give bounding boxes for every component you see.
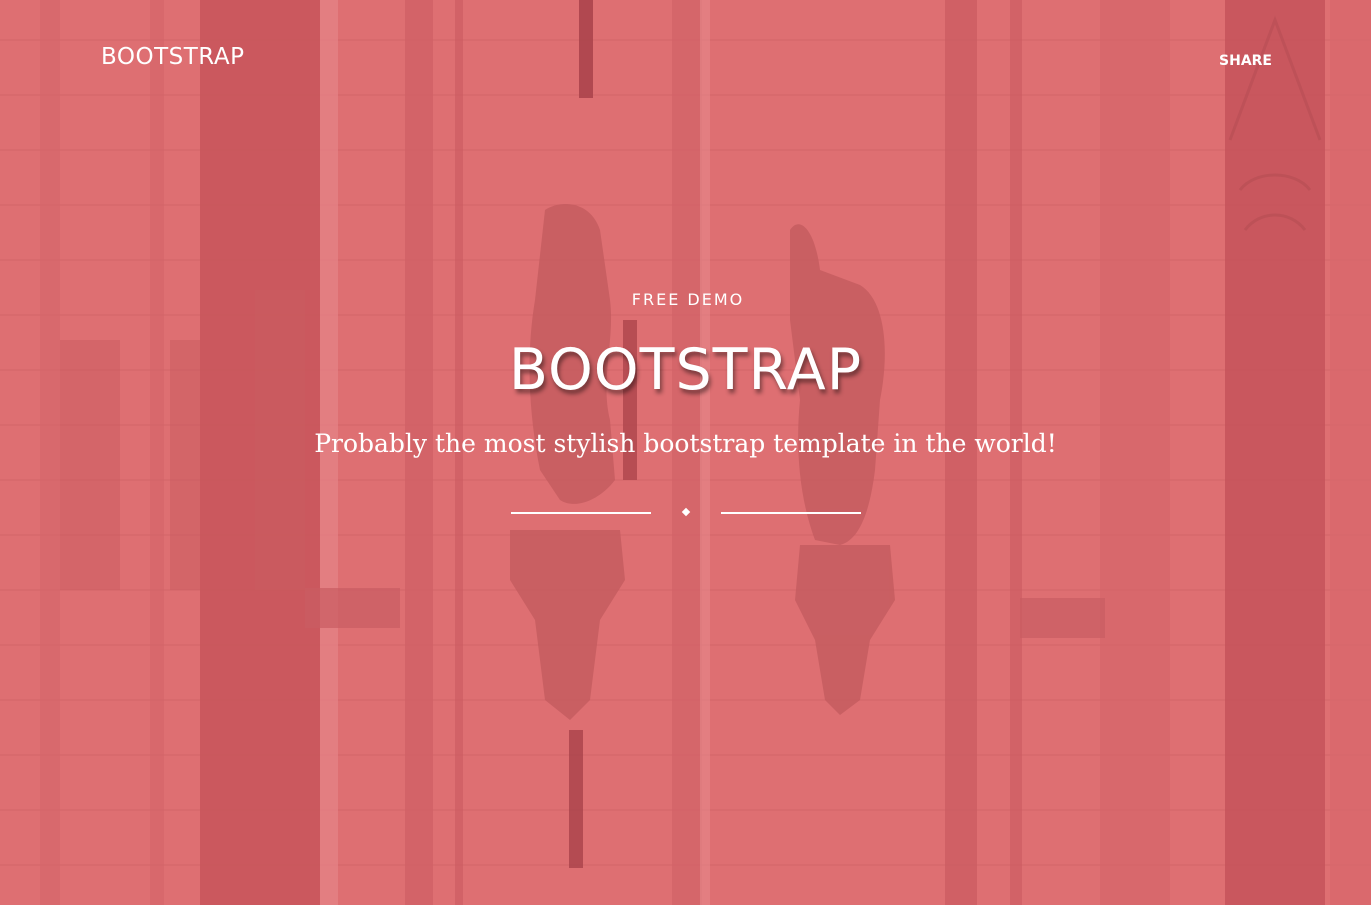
share-link[interactable]: SHARE [1219, 53, 1272, 69]
hero-subtitle: Probably the most stylish bootstrap temp… [314, 429, 1057, 458]
hero-section: BOOTSTRAP SHARE FREE DEMO BOOTSTRAP Prob… [0, 0, 1371, 905]
hero-divider [510, 503, 861, 523]
brand-logo-link[interactable]: BOOTSTRAP [101, 44, 244, 70]
hero-content: FREE DEMO BOOTSTRAP Probably the most st… [0, 290, 1371, 523]
top-navbar: BOOTSTRAP SHARE [0, 0, 1371, 120]
divider-line-left [510, 512, 651, 514]
hero-title: BOOTSTRAP [508, 337, 863, 403]
divider-line-right [720, 512, 861, 514]
hero-eyebrow: FREE DEMO [631, 290, 745, 309]
diamond-icon [681, 507, 690, 517]
